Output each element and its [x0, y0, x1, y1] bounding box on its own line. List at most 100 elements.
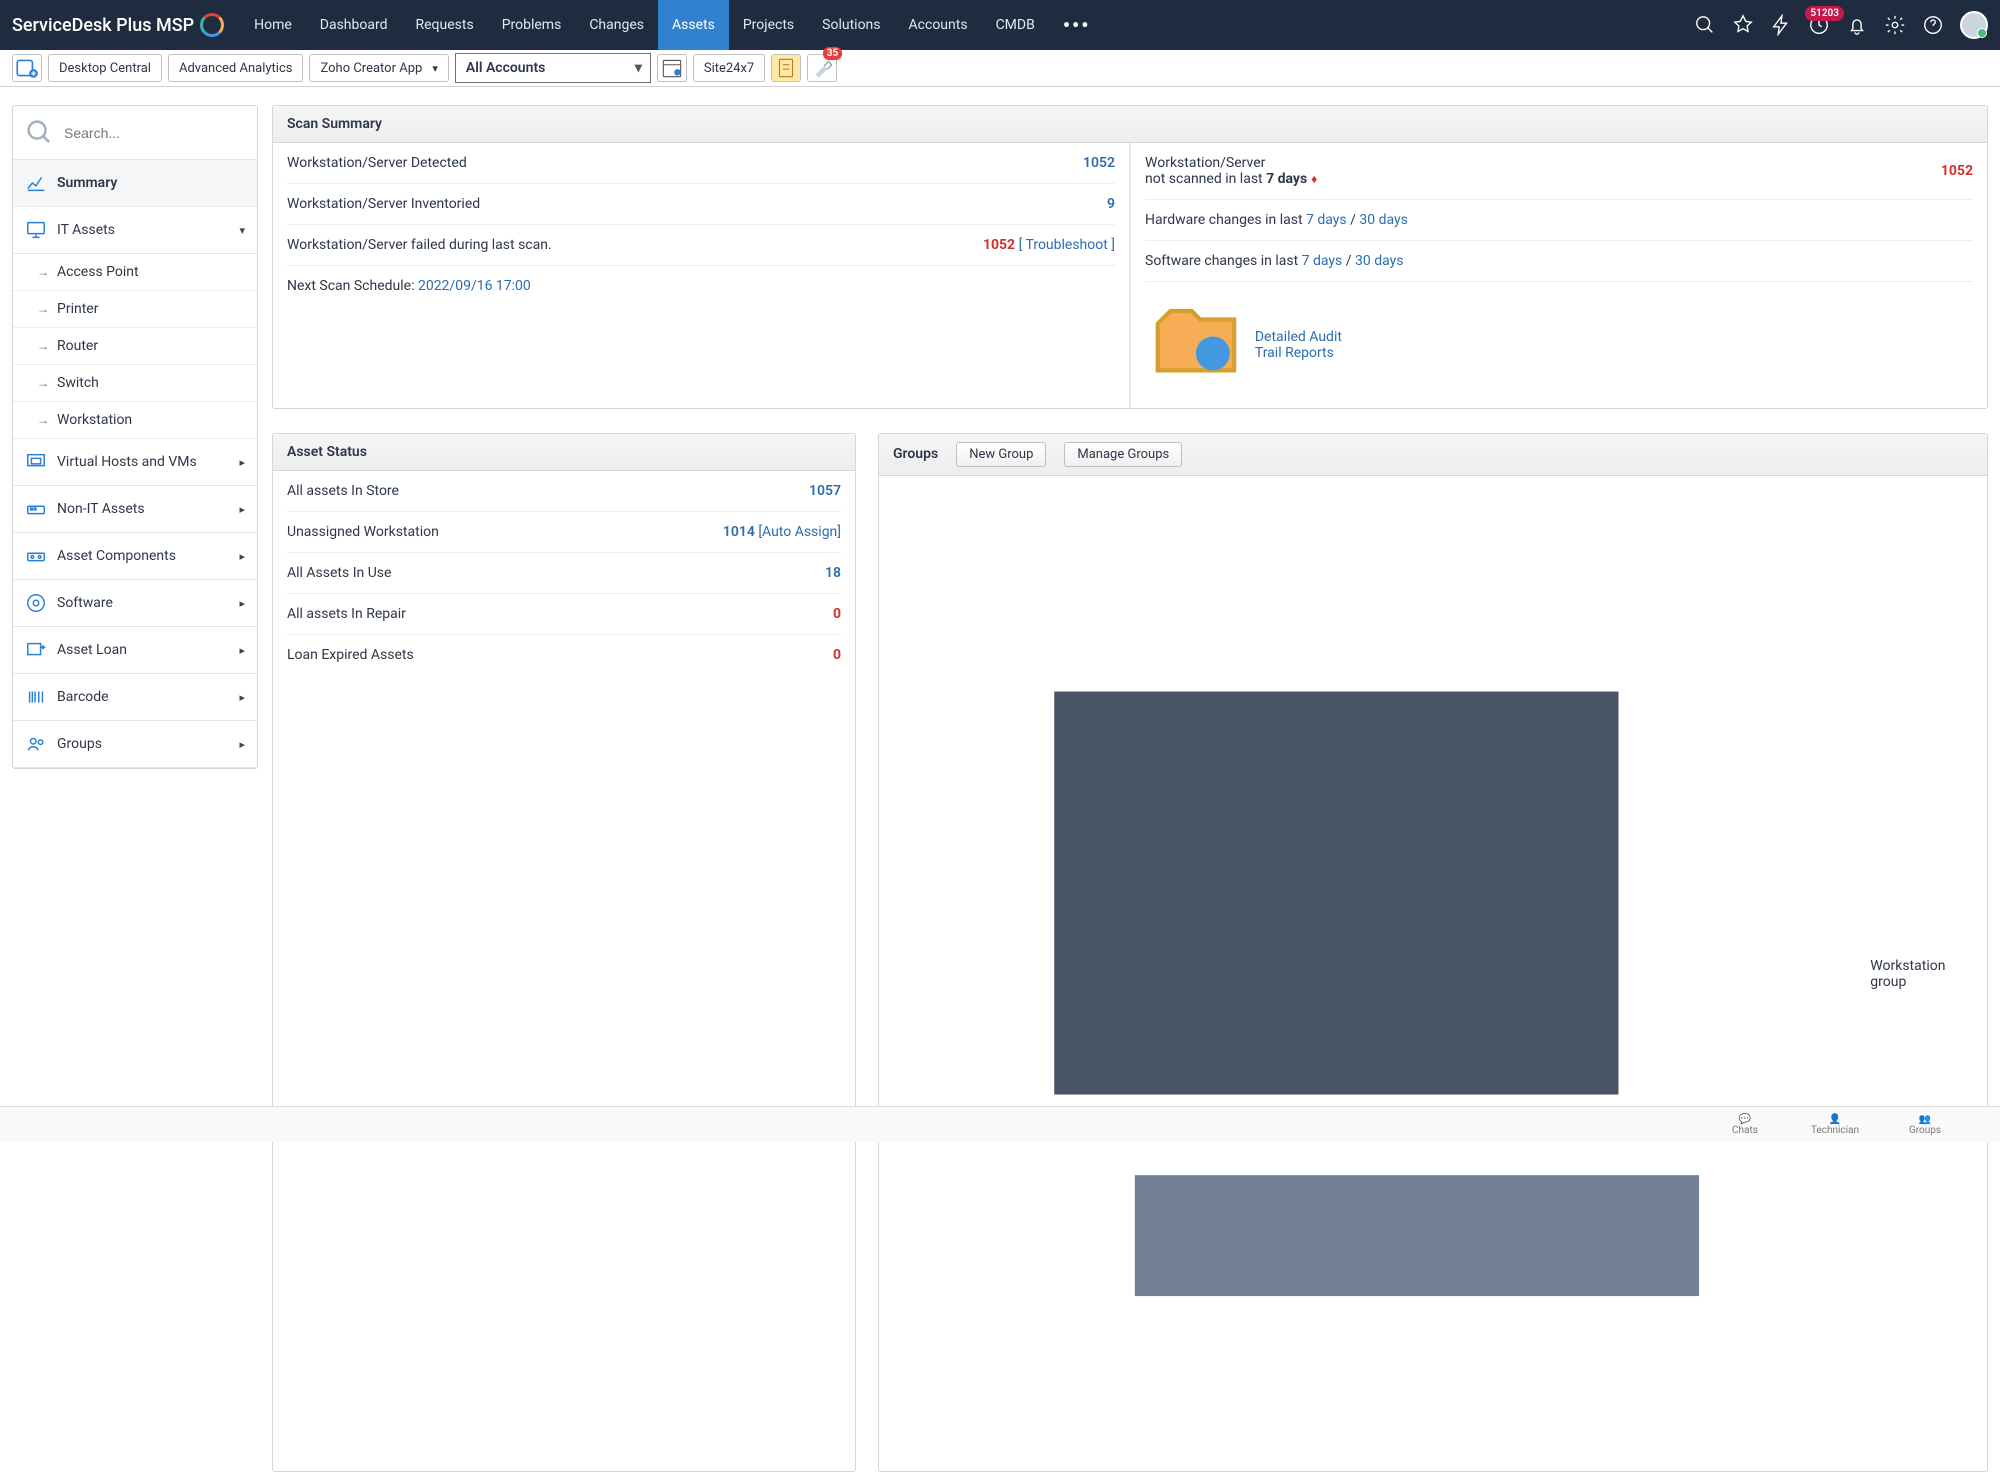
groups-panel: Groups New Group Manage Groups Workstati… — [878, 433, 1988, 1472]
advanced-analytics-label: Advanced Analytics — [179, 61, 293, 76]
sidebar-item-non-it-assets[interactable]: Non-IT Assets▸ — [13, 486, 257, 533]
advanced-analytics-button[interactable]: Advanced Analytics — [168, 54, 304, 82]
auto-assign-link[interactable]: [Auto Assign] — [758, 524, 841, 540]
not-scanned-row: Workstation/Server not scanned in last 7… — [1145, 143, 1973, 200]
chevron-right-icon: ▸ — [239, 503, 245, 516]
sidebar: Summary IT Assets ▾ Access PointPrinterR… — [12, 105, 258, 769]
avatar[interactable] — [1960, 11, 1988, 39]
nav-item-assets[interactable]: Assets — [658, 0, 729, 50]
sidebar-item-it-assets[interactable]: IT Assets ▾ — [13, 207, 257, 254]
request-catalog-icon[interactable] — [1732, 14, 1754, 36]
recent-icon[interactable]: 51203 — [1808, 14, 1830, 36]
chevron-right-icon: ▸ — [239, 644, 245, 657]
nav-item-problems[interactable]: Problems — [488, 0, 576, 50]
gear-icon[interactable] — [1884, 14, 1906, 36]
not-scanned-value[interactable]: 1052 — [1941, 163, 1973, 179]
account-select[interactable]: All Accounts — [455, 53, 651, 83]
sidebar-item-virtual-hosts-and-vms[interactable]: Virtual Hosts and VMs▸ — [13, 439, 257, 486]
sw-30-link[interactable]: 30 days — [1355, 253, 1403, 269]
nav-item-solutions[interactable]: Solutions — [808, 0, 894, 50]
nav-more-icon[interactable]: ••• — [1049, 13, 1105, 37]
scan-inventoried-value[interactable]: 9 — [1107, 196, 1115, 212]
bottom-chats[interactable]: 💬Chats — [1700, 1107, 1790, 1142]
computer-group-icon — [893, 490, 1860, 1457]
top-nav: ServiceDesk Plus MSP HomeDashboardReques… — [0, 0, 2000, 50]
not-scanned-days: 7 days — [1266, 171, 1307, 187]
bottom-groups[interactable]: 👥Groups — [1880, 1107, 1970, 1142]
next-scan-row: Next Scan Schedule: 2022/09/16 17:00 — [287, 266, 1115, 306]
chart-line-icon — [25, 172, 47, 194]
bottom-technician[interactable]: 👤Technician — [1790, 1107, 1880, 1142]
sidebar-item-asset-loan[interactable]: Asset Loan▸ — [13, 627, 257, 674]
group-item[interactable]: Workstation group — [879, 476, 1987, 1471]
sort-icon[interactable]: ♦ — [1311, 172, 1317, 186]
site24x7-label: Site24x7 — [704, 61, 754, 76]
new-group-button[interactable]: New Group — [956, 442, 1046, 467]
audit-link[interactable]: Detailed Audit Trail Reports — [1255, 329, 1342, 361]
next-scan-label: Next Scan Schedule: — [287, 278, 418, 294]
sidebar-item-summary[interactable]: Summary — [13, 160, 257, 207]
nav-item-projects[interactable]: Projects — [729, 0, 808, 50]
scan-detected-value[interactable]: 1052 — [1083, 155, 1115, 171]
manage-groups-button[interactable]: Manage Groups — [1064, 442, 1182, 467]
site24x7-button[interactable]: Site24x7 — [693, 54, 765, 82]
nav-item-accounts[interactable]: Accounts — [895, 0, 982, 50]
sw-7-link[interactable]: 7 days — [1302, 253, 1343, 269]
sidebar-item-software[interactable]: Software▸ — [13, 580, 257, 627]
bottom-bar: 💬Chats 👤Technician 👥Groups — [0, 1106, 2000, 1142]
desktop-central-button[interactable]: Desktop Central — [48, 54, 162, 82]
chevron-right-icon: ▸ — [239, 691, 245, 704]
asset-status-value[interactable]: 1014 — [723, 524, 755, 540]
sw-label: Software changes in last — [1145, 253, 1302, 269]
main: Scan Summary Workstation/Server Detected… — [272, 105, 1988, 1472]
asset-status-value: 0 — [833, 606, 841, 622]
scan-inventoried-row: Workstation/Server Inventoried 9 — [287, 184, 1115, 225]
bolt-icon[interactable] — [1770, 14, 1792, 36]
asset-status-row: All assets In Repair0 — [287, 594, 841, 635]
pin-icon[interactable]: 35 — [807, 54, 837, 82]
sidebar-sub-workstation[interactable]: Workstation — [13, 402, 257, 439]
sidebar-sub-router[interactable]: Router — [13, 328, 257, 365]
zoho-creator-button[interactable]: Zoho Creator App — [309, 54, 448, 82]
notification-badge: 51203 — [1805, 6, 1844, 21]
sidebar-search-input[interactable] — [64, 125, 245, 141]
sidebar-item-barcode[interactable]: Barcode▸ — [13, 674, 257, 721]
scan-failed-label: Workstation/Server failed during last sc… — [287, 237, 983, 253]
nav-items: HomeDashboardRequestsProblemsChangesAsse… — [240, 0, 1049, 50]
help-icon[interactable] — [1922, 14, 1944, 36]
asset-status-row: All Assets In Use18 — [287, 553, 841, 594]
sw-changes-row: Software changes in last 7 days / 30 day… — [1145, 241, 1973, 282]
hw-7-link[interactable]: 7 days — [1306, 212, 1347, 228]
quick-create-icon[interactable] — [12, 54, 42, 82]
clipboard-icon[interactable] — [771, 54, 801, 82]
groups-title: Groups — [893, 446, 938, 462]
calendar-icon[interactable] — [657, 54, 687, 82]
chevron-right-icon: ▸ — [239, 550, 245, 563]
brand-logo[interactable]: ServiceDesk Plus MSP — [12, 13, 224, 37]
sidebar-sub-switch[interactable]: Switch — [13, 365, 257, 402]
sidebar-item-asset-components[interactable]: Asset Components▸ — [13, 533, 257, 580]
nav-item-cmdb[interactable]: CMDB — [982, 0, 1049, 50]
virtual-hosts-and-vms-icon — [25, 451, 47, 473]
hw-30-link[interactable]: 30 days — [1359, 212, 1407, 228]
nav-item-home[interactable]: Home — [240, 0, 306, 50]
search-box — [13, 106, 257, 160]
brand-text: ServiceDesk Plus MSP — [12, 15, 194, 36]
nav-item-requests[interactable]: Requests — [402, 0, 488, 50]
desktop-central-label: Desktop Central — [59, 61, 151, 76]
search-icon[interactable] — [1694, 14, 1716, 36]
bell-icon[interactable] — [1846, 14, 1868, 36]
sidebar-item-groups[interactable]: Groups▸ — [13, 721, 257, 768]
sidebar-it-assets-label: IT Assets — [57, 222, 115, 238]
asset-status-row: All assets In Store1057 — [287, 471, 841, 512]
troubleshoot-link[interactable]: [ Troubleshoot ] — [1019, 237, 1115, 253]
nav-item-dashboard[interactable]: Dashboard — [306, 0, 402, 50]
nav-item-changes[interactable]: Changes — [575, 0, 658, 50]
next-scan-value[interactable]: 2022/09/16 17:00 — [418, 278, 531, 294]
person-icon: 👤 — [1829, 1114, 1841, 1125]
asset-status-value[interactable]: 18 — [825, 565, 841, 581]
asset-status-value[interactable]: 1057 — [809, 483, 841, 499]
chevron-right-icon: ▸ — [239, 456, 245, 469]
sidebar-sub-printer[interactable]: Printer — [13, 291, 257, 328]
sidebar-sub-access-point[interactable]: Access Point — [13, 254, 257, 291]
